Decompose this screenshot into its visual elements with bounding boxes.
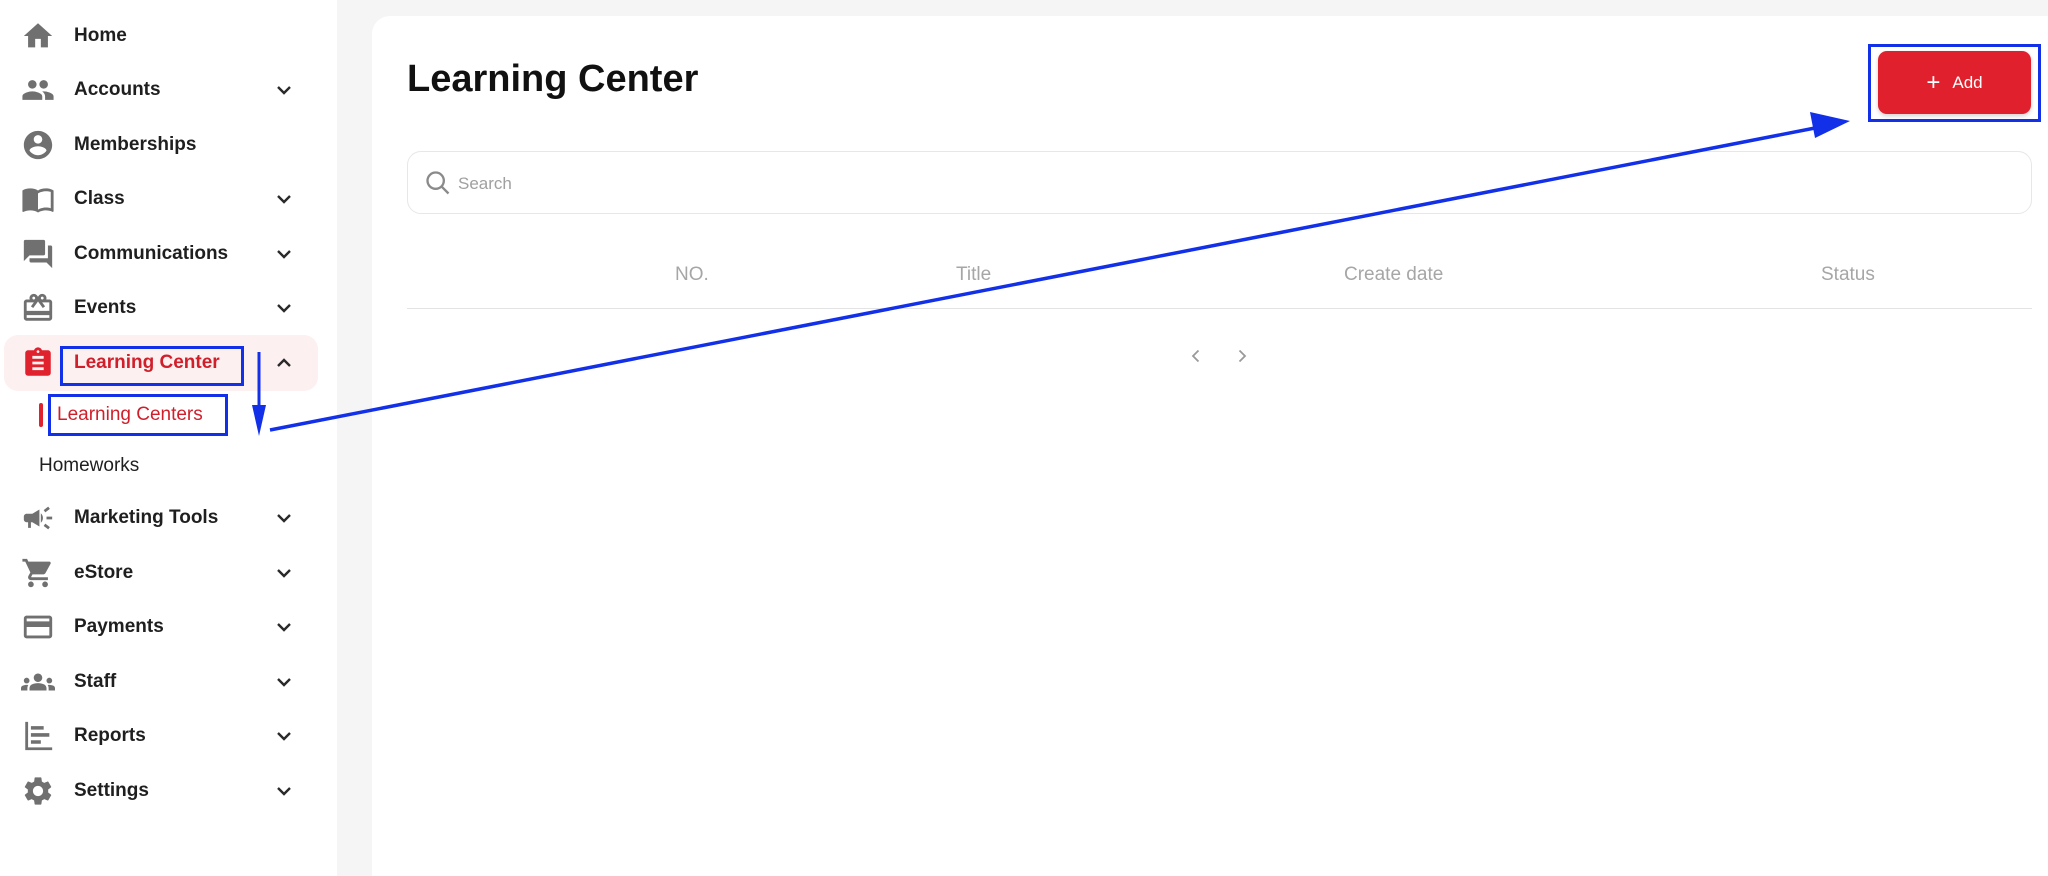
groups-icon [20,664,56,700]
book-icon [20,181,56,217]
gear-icon [20,773,56,809]
chevron-down-icon[interactable] [272,187,296,211]
chevron-down-icon[interactable] [272,242,296,266]
cart-icon [20,555,56,591]
column-header-status[interactable]: Status [1821,264,1875,286]
sidebar-item-label: Settings [74,780,149,801]
sidebar-item-home[interactable]: Home [0,8,318,64]
sidebar-item-estore[interactable]: eStore [0,545,318,601]
chevron-up-icon[interactable] [272,351,296,375]
sidebar-item-accounts[interactable]: Accounts [0,62,318,118]
sidebar: Home Accounts Memberships Class Communic… [0,0,337,876]
sidebar-item-learning-center[interactable]: Learning Center [4,335,318,391]
bar-chart-icon [20,718,56,754]
sidebar-item-label: Learning Center [74,352,220,373]
column-header-no[interactable]: NO. [675,264,709,286]
chat-icon [20,236,56,272]
sidebar-item-label: Marketing Tools [74,507,219,528]
chevron-down-icon[interactable] [272,78,296,102]
sidebar-item-memberships[interactable]: Memberships [0,117,318,173]
chevron-down-icon[interactable] [272,779,296,803]
search-bar [407,151,2032,214]
clipboard-icon [20,345,56,381]
home-icon [20,18,56,54]
subitem-homeworks[interactable]: Homeworks [39,451,139,481]
sidebar-item-label: Memberships [74,134,197,155]
sidebar-item-label: Accounts [74,79,161,100]
page-title: Learning Center [407,58,699,100]
add-button[interactable]: + Add [1878,51,2031,114]
subitem-learning-centers[interactable]: Learning Centers [57,400,203,430]
chevron-down-icon[interactable] [272,561,296,585]
search-input[interactable] [458,170,1958,198]
chevron-down-icon[interactable] [272,615,296,639]
sidebar-item-label: Home [74,25,127,46]
search-icon [424,169,452,197]
chevron-down-icon[interactable] [272,724,296,748]
sidebar-item-label: Reports [74,725,146,746]
column-header-title[interactable]: Title [956,264,991,286]
account-circle-icon [20,127,56,163]
sidebar-item-payments[interactable]: Payments [0,599,318,655]
add-button-label: Add [1952,72,1983,92]
sidebar-item-reports[interactable]: Reports [0,708,318,764]
sidebar-item-class[interactable]: Class [0,171,318,227]
active-subitem-marker [39,403,43,427]
sidebar-item-events[interactable]: Events [0,280,318,336]
sidebar-item-staff[interactable]: Staff [0,654,318,710]
sidebar-item-label: Events [74,297,137,318]
chevron-down-icon[interactable] [272,670,296,694]
chevron-down-icon[interactable] [272,296,296,320]
column-header-create-date[interactable]: Create date [1344,264,1443,286]
sidebar-item-label: Class [74,188,125,209]
sidebar-item-settings[interactable]: Settings [0,763,318,819]
chevron-right-icon[interactable] [1230,344,1254,368]
chevron-left-icon[interactable] [1184,344,1208,368]
sidebar-item-label: Communications [74,243,229,264]
sidebar-item-label: Payments [74,616,164,637]
main-panel [372,16,2048,876]
credit-card-icon [20,609,56,645]
sidebar-item-marketing-tools[interactable]: Marketing Tools [0,490,318,546]
sidebar-item-label: eStore [74,562,134,583]
people-icon [20,72,56,108]
megaphone-icon [20,500,56,536]
plus-icon: + [1926,68,1941,96]
sidebar-item-communications[interactable]: Communications [0,226,318,282]
table-header-divider [407,308,2032,309]
sidebar-item-label: Staff [74,671,117,692]
gift-card-icon [20,290,56,326]
chevron-down-icon[interactable] [272,506,296,530]
